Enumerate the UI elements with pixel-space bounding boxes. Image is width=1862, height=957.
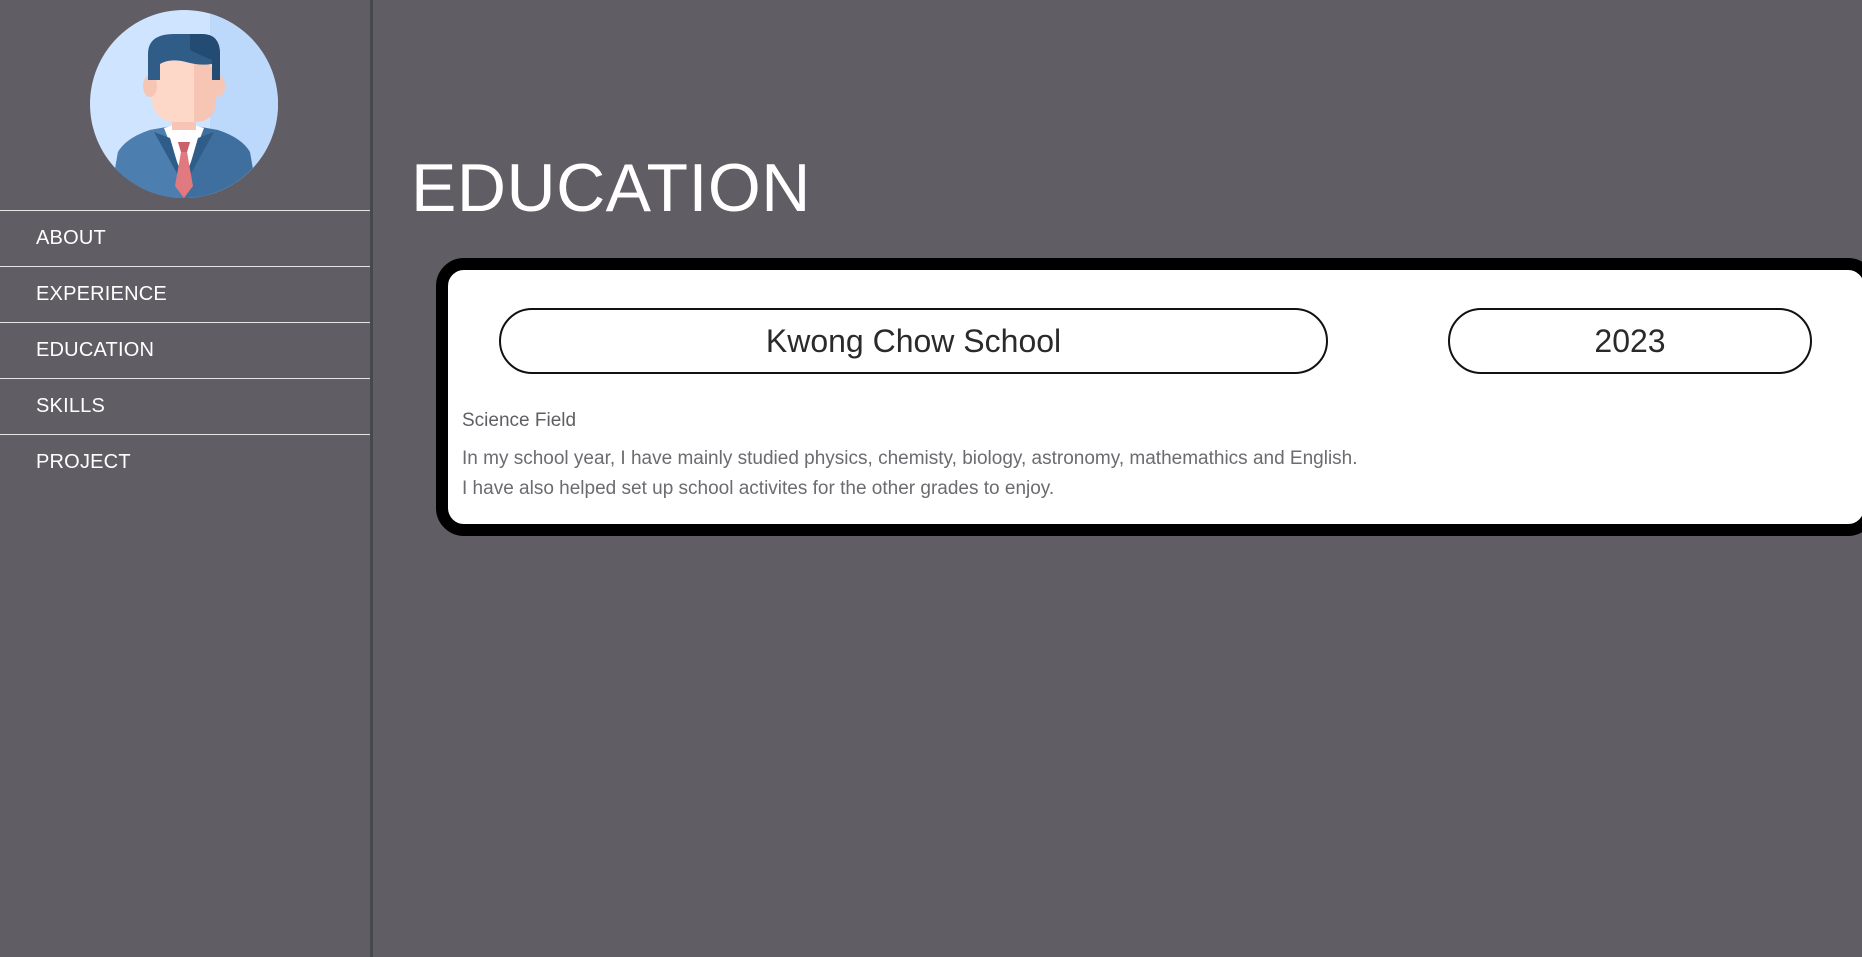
avatar: [90, 10, 278, 198]
nav-item-project[interactable]: PROJECT: [0, 434, 370, 490]
nav-item-skills[interactable]: SKILLS: [0, 378, 370, 434]
sidebar-nav: ABOUT EXPERIENCE EDUCATION SKILLS PROJEC…: [0, 210, 370, 490]
main-content: EDUCATION Kwong Chow School 2023 Science…: [373, 0, 1862, 957]
school-name-pill: Kwong Chow School: [499, 308, 1328, 374]
sidebar: ABOUT EXPERIENCE EDUCATION SKILLS PROJEC…: [0, 0, 373, 957]
nav-item-experience[interactable]: EXPERIENCE: [0, 266, 370, 322]
education-card: Kwong Chow School 2023 Science Field In …: [436, 258, 1862, 536]
year-pill: 2023: [1448, 308, 1812, 374]
education-description: In my school year, I have mainly studied…: [462, 448, 1358, 499]
page-title: EDUCATION: [411, 150, 811, 226]
nav-item-about[interactable]: ABOUT: [0, 210, 370, 266]
nav-item-education[interactable]: EDUCATION: [0, 322, 370, 378]
field-of-study: Science Field: [462, 410, 577, 431]
businessman-avatar-icon: [90, 10, 278, 198]
